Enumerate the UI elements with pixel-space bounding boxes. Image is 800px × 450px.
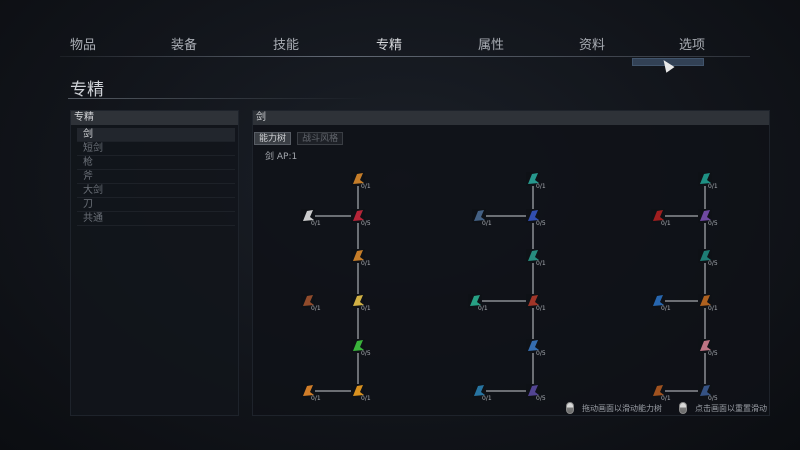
skill-node[interactable]: 0/1 bbox=[351, 249, 371, 267]
mouse-left-icon bbox=[566, 402, 574, 414]
tab-specialization[interactable]: 专精 bbox=[376, 34, 402, 53]
skill-node-count: 0/1 bbox=[482, 220, 492, 227]
tab-attributes[interactable]: 属性 bbox=[478, 34, 504, 53]
category-axe[interactable]: 斧 bbox=[77, 170, 235, 184]
skill-node-count: 0/1 bbox=[708, 183, 718, 190]
skill-node[interactable]: 0/1 bbox=[351, 172, 371, 190]
skill-node[interactable]: 0/1 bbox=[526, 172, 546, 190]
skill-node[interactable]: 0/5 bbox=[526, 209, 546, 227]
skill-node-count: 0/5 bbox=[536, 350, 546, 357]
skill-node-count: 0/5 bbox=[708, 260, 718, 267]
skill-node[interactable]: 0/5 bbox=[698, 384, 718, 402]
skill-node-count: 0/1 bbox=[708, 305, 718, 312]
skill-node-count: 0/5 bbox=[708, 395, 718, 402]
skill-node[interactable]: 0/1 bbox=[472, 209, 492, 227]
hint-drag: 拖动画面以滑动能力树 bbox=[582, 404, 662, 413]
skill-node-count: 0/1 bbox=[661, 395, 671, 402]
skill-node-count: 0/5 bbox=[536, 220, 546, 227]
skill-node-count: 0/1 bbox=[361, 260, 371, 267]
tab-options[interactable]: 选项 bbox=[679, 34, 705, 53]
tab-equipment[interactable]: 装备 bbox=[171, 34, 197, 53]
category-dagger[interactable]: 短剑 bbox=[77, 142, 235, 156]
skill-node-count: 0/1 bbox=[361, 395, 371, 402]
skill-node-count: 0/5 bbox=[361, 350, 371, 357]
tab-skills[interactable]: 技能 bbox=[273, 34, 299, 53]
skill-node-count: 0/1 bbox=[536, 183, 546, 190]
skill-node-count: 0/1 bbox=[536, 260, 546, 267]
nav-divider bbox=[60, 56, 750, 57]
skill-node[interactable]: 0/5 bbox=[698, 339, 718, 357]
top-navigation: 物品 装备 技能 专精 属性 资料 选项 bbox=[0, 34, 800, 56]
skill-node[interactable]: 0/5 bbox=[351, 209, 371, 227]
skill-node-count: 0/5 bbox=[708, 220, 718, 227]
tab-items[interactable]: 物品 bbox=[70, 34, 96, 53]
skill-node[interactable]: 0/1 bbox=[651, 384, 671, 402]
skill-node-count: 0/5 bbox=[708, 350, 718, 357]
title-divider bbox=[68, 98, 368, 99]
category-panel-header: 专精 bbox=[71, 111, 238, 125]
skill-tree-panel[interactable]: 剑 能力树 战斗风格 剑 AP:1 0/1 0/1 0/5 0/1 0/1 0/1 0/5 0… bbox=[252, 110, 770, 416]
category-list: 剑 短剑 枪 斧 大剑 刀 共通 bbox=[71, 128, 238, 226]
skill-node[interactable]: 0/1 bbox=[651, 294, 671, 312]
skill-node[interactable]: 0/1 bbox=[472, 384, 492, 402]
skill-node[interactable]: 0/1 bbox=[301, 384, 321, 402]
skill-tree-canvas[interactable]: 0/1 0/1 0/5 0/1 0/1 0/1 0/5 0/1 0/1 0/1 0/1 0/5 0/1 0… bbox=[253, 111, 771, 417]
skill-node[interactable]: 0/5 bbox=[526, 339, 546, 357]
skill-node-count: 0/1 bbox=[311, 220, 321, 227]
mouse-right-icon bbox=[679, 402, 687, 414]
skill-node[interactable]: 0/1 bbox=[698, 172, 718, 190]
skill-node[interactable]: 0/5 bbox=[698, 209, 718, 227]
skill-node[interactable]: 0/5 bbox=[351, 339, 371, 357]
skill-node-count: 0/1 bbox=[311, 305, 321, 312]
category-common[interactable]: 共通 bbox=[77, 212, 235, 226]
skill-node[interactable]: 0/1 bbox=[351, 294, 371, 312]
skill-node-count: 0/5 bbox=[536, 395, 546, 402]
category-greatsword[interactable]: 大剑 bbox=[77, 184, 235, 198]
skill-node[interactable]: 0/1 bbox=[526, 294, 546, 312]
skill-node-count: 0/1 bbox=[311, 395, 321, 402]
tab-profile[interactable]: 资料 bbox=[579, 34, 605, 53]
skill-node-count: 0/1 bbox=[478, 305, 488, 312]
skill-node[interactable]: 0/1 bbox=[468, 294, 488, 312]
skill-node-count: 0/1 bbox=[661, 305, 671, 312]
page-title: 专精 bbox=[70, 80, 104, 100]
skill-node[interactable]: 0/5 bbox=[698, 249, 718, 267]
skill-node-count: 0/5 bbox=[361, 220, 371, 227]
skill-node[interactable]: 0/1 bbox=[351, 384, 371, 402]
skill-node-count: 0/1 bbox=[361, 183, 371, 190]
skill-node-count: 0/1 bbox=[361, 305, 371, 312]
skill-node[interactable]: 0/1 bbox=[698, 294, 718, 312]
skill-node[interactable]: 0/5 bbox=[526, 384, 546, 402]
skill-node-count: 0/1 bbox=[482, 395, 492, 402]
skill-node[interactable]: 0/1 bbox=[651, 209, 671, 227]
specialization-category-panel: 专精 剑 短剑 枪 斧 大剑 刀 共通 bbox=[70, 110, 239, 416]
hint-reset: 点击画面以重置滑动 bbox=[695, 404, 767, 413]
category-blade[interactable]: 刀 bbox=[77, 198, 235, 212]
tree-nodes: 0/1 0/1 0/5 0/1 0/1 0/1 0/5 0/1 0/1 0/1 0/1 0/5 0/1 0… bbox=[301, 172, 718, 402]
skill-node[interactable]: 0/1 bbox=[301, 294, 321, 312]
skill-node-count: 0/1 bbox=[661, 220, 671, 227]
category-spear[interactable]: 枪 bbox=[77, 156, 235, 170]
skill-node[interactable]: 0/1 bbox=[301, 209, 321, 227]
tree-links bbox=[308, 179, 706, 392]
skill-node[interactable]: 0/1 bbox=[526, 249, 546, 267]
skill-node-count: 0/1 bbox=[536, 305, 546, 312]
category-sword[interactable]: 剑 bbox=[77, 128, 235, 142]
